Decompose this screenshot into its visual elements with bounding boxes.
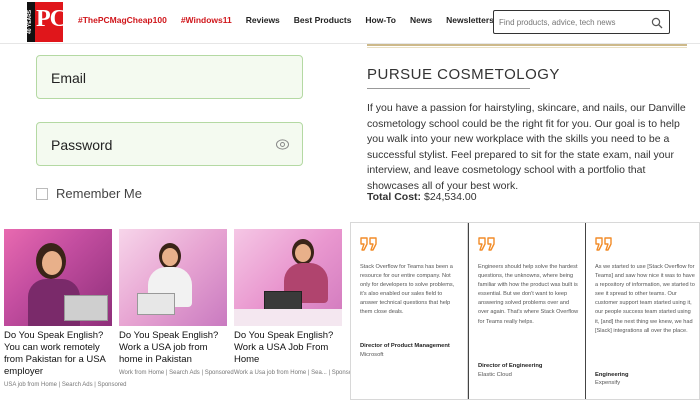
sponsored-ad[interactable]: Do You Speak English? Work a USA job fro…: [119, 229, 234, 376]
ad-image[interactable]: [4, 229, 112, 326]
testimonial-company: Microsoft: [360, 352, 384, 358]
section-body: If you have a passion for hairstyling, s…: [367, 102, 686, 192]
total-cost: Total Cost: $24,534.00: [367, 191, 477, 203]
testimonial-company: Elastic Cloud: [478, 372, 512, 378]
nav-link-windows11[interactable]: #Windows11: [181, 15, 232, 31]
sponsored-ad[interactable]: Do You Speak English? You can work remot…: [4, 229, 127, 388]
ad-title[interactable]: Do You Speak English? Work a USA job fro…: [119, 330, 227, 366]
logo-badge: 40 YEARS: [27, 2, 35, 42]
divider: [367, 44, 687, 46]
sponsored-ad[interactable]: Do You Speak English? Work a USA Job Fro…: [234, 229, 361, 376]
testimonial-company: Expensify: [595, 380, 621, 386]
divider: [367, 47, 687, 48]
testimonial-text: Engineers should help solve the hardest …: [478, 264, 579, 325]
section-title: PURSUE COSMETOLOGY: [367, 66, 560, 83]
nav-link-news[interactable]: News: [410, 15, 432, 31]
total-cost-label: Total Cost:: [367, 191, 422, 203]
search-icon[interactable]: [651, 17, 663, 29]
testimonial-card: Engineers should help solve the hardest …: [468, 223, 586, 399]
testimonial-role: Director of Product Management: [360, 343, 450, 349]
quote-icon: [478, 237, 495, 251]
ad-image[interactable]: [119, 229, 227, 326]
search-input[interactable]: [499, 15, 649, 30]
nav-link-cheap100[interactable]: #ThePCMagCheap100: [78, 15, 167, 31]
testimonial-role: Director of Engineering: [478, 363, 543, 369]
password-label: Password: [51, 137, 113, 153]
nav-link-reviews[interactable]: Reviews: [246, 15, 280, 31]
nav-link-newsletters[interactable]: Newsletters: [446, 15, 494, 31]
remember-me-checkbox[interactable]: [36, 187, 48, 200]
password-field[interactable]: Password: [36, 122, 303, 166]
email-field[interactable]: Email: [36, 55, 303, 99]
nav-link-how-to[interactable]: How-To: [365, 15, 396, 31]
testimonial-text: As we started to use [Stack Overflow for…: [595, 264, 695, 334]
title-underline: [367, 88, 530, 89]
email-label: Email: [51, 70, 87, 86]
testimonial-text: Stack Overflow for Teams has been a reso…: [360, 264, 455, 316]
testimonial-role: Engineering: [595, 372, 629, 378]
quote-icon: [360, 237, 377, 251]
ad-image[interactable]: [234, 229, 342, 326]
pcmag-logo[interactable]: 40 YEARS PC: [27, 2, 67, 42]
ad-title[interactable]: Do You Speak English? You can work remot…: [4, 330, 112, 378]
remember-me: Remember Me: [36, 186, 142, 201]
ad-meta: Work from Home | Search Ads | Sponsored: [119, 370, 234, 376]
testimonial-card: Stack Overflow for Teams has been a reso…: [351, 223, 468, 399]
testimonial-card: As we started to use [Stack Overflow for…: [586, 223, 700, 399]
eye-icon[interactable]: [276, 139, 289, 150]
site-header: 40 YEARS PC #ThePCMagCheap100 #Windows11…: [0, 0, 700, 44]
main-nav: #ThePCMagCheap100 #Windows11 Reviews Bes…: [78, 15, 494, 31]
logo-text: PC: [36, 6, 67, 32]
testimonials-panel: Stack Overflow for Teams has been a reso…: [350, 222, 700, 400]
remember-me-label: Remember Me: [56, 186, 142, 201]
total-cost-value: $24,534.00: [423, 191, 477, 203]
search-box: [493, 10, 670, 34]
ad-title[interactable]: Do You Speak English? Work a USA Job Fro…: [234, 330, 342, 366]
ad-meta: USA job from Home | Search Ads | Sponsor…: [4, 382, 127, 388]
nav-link-best-products[interactable]: Best Products: [294, 15, 352, 31]
quote-icon: [595, 237, 612, 251]
ad-meta: Work a Usa job from Home | Sea... | Spon…: [234, 370, 361, 376]
